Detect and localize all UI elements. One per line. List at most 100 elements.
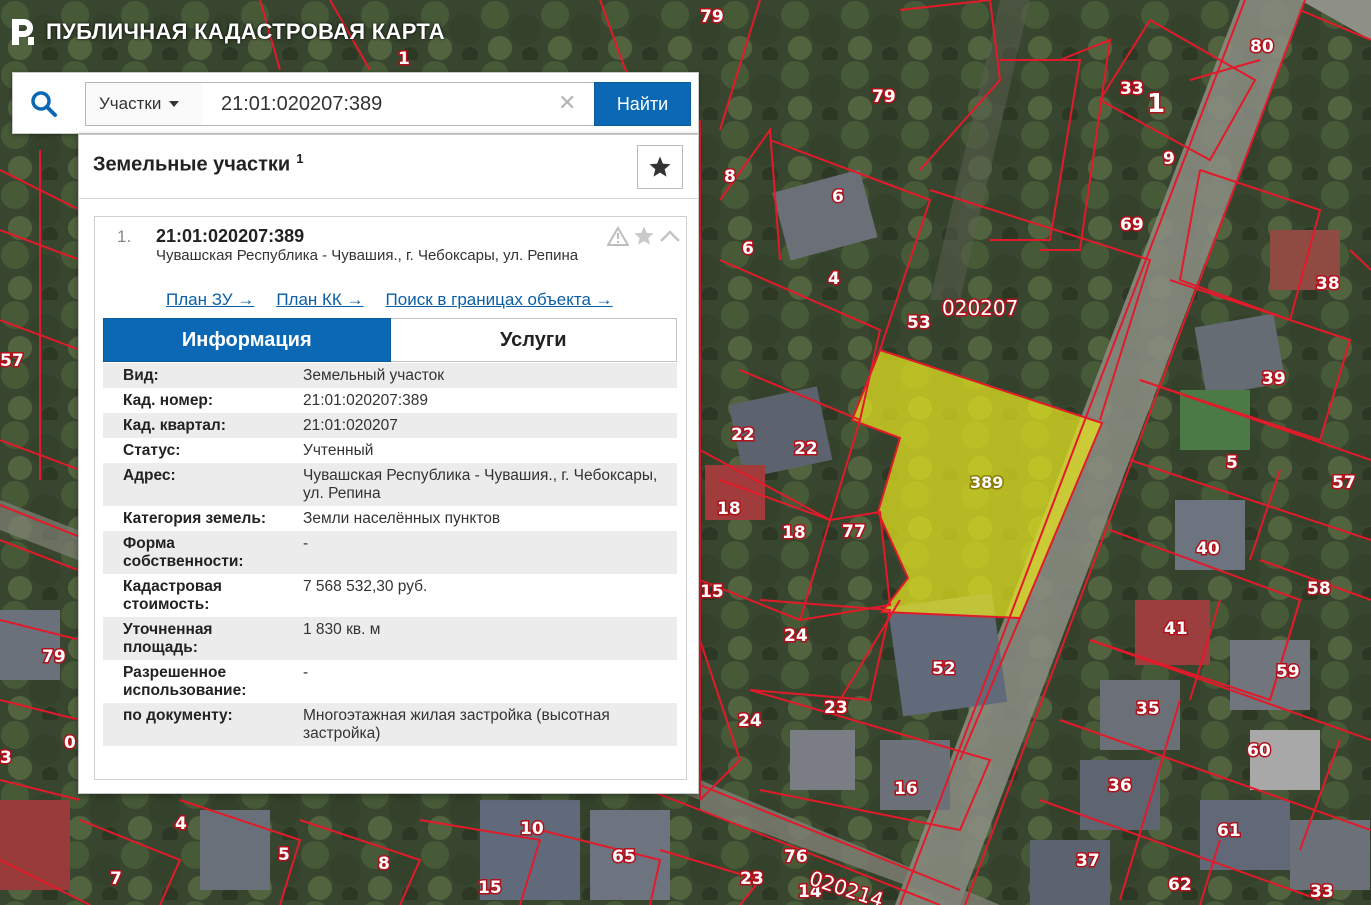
result-address: Чувашская Республика - Чувашия., г. Чебо… xyxy=(156,247,579,264)
app-title: ПУБЛИЧНАЯ КАДАСТРОВАЯ КАРТА xyxy=(46,19,445,44)
row-label: Кад. номер: xyxy=(123,392,214,409)
parcel-label: 22 xyxy=(794,439,818,459)
parcel-label: 24 xyxy=(738,711,762,731)
table-row: Кад. квартал: 21:01:020207 xyxy=(103,413,677,438)
parcel-label: 79 xyxy=(42,647,66,667)
clear-icon[interactable]: ✕ xyxy=(558,91,576,117)
row-value: - xyxy=(303,664,309,681)
chevron-up-icon[interactable] xyxy=(659,228,681,244)
parcel-label: 65 xyxy=(612,847,636,867)
parcel-label: 23 xyxy=(824,698,848,718)
parcel-label: 59 xyxy=(1276,662,1300,682)
chevron-down-icon xyxy=(169,101,180,107)
row-value: Земельный участок xyxy=(303,367,445,384)
parcel-label: 3 xyxy=(0,748,12,768)
results-title-text: Земельные участки xyxy=(93,153,291,176)
result-links: План ЗУ → План КК → Поиск в границах объ… xyxy=(166,290,613,310)
parcel-label: 15 xyxy=(478,878,502,898)
plan-zu-link[interactable]: План ЗУ → xyxy=(166,290,254,310)
row-value: 7 568 532,30 руб. xyxy=(303,578,428,595)
parcel-label: 58 xyxy=(1307,579,1331,599)
rosreestr-logo-icon xyxy=(12,19,34,45)
table-row: Адрес: Чувашская Республика - Чувашия., … xyxy=(103,463,677,506)
favorite-star-icon[interactable] xyxy=(633,225,655,247)
results-header: Земельные участки 1 xyxy=(79,135,698,199)
parcel-label: 6 xyxy=(742,239,754,259)
search-in-bounds-link[interactable]: Поиск в границах объекта → xyxy=(386,290,613,310)
parcel-label: 4 xyxy=(175,814,187,834)
parcel-label: 62 xyxy=(1168,875,1192,895)
row-label: по документу: xyxy=(123,707,233,724)
parcel-label: 7 xyxy=(110,869,122,889)
row-value: Учтенный xyxy=(303,442,374,459)
cadastral-quarter-link[interactable]: 21:01:020207 xyxy=(293,413,677,438)
warning-icon[interactable] xyxy=(607,226,629,246)
star-icon xyxy=(649,156,671,177)
table-row: Вид: Земельный участок xyxy=(103,363,677,388)
search-bar: Участки ✕ Найти xyxy=(12,72,699,134)
parcel-label: 33 xyxy=(1310,882,1334,902)
table-row: Кадастровая стоимость: 7 568 532,30 руб. xyxy=(103,574,677,617)
search-input[interactable] xyxy=(202,82,595,126)
parcel-label: 9 xyxy=(1163,149,1175,169)
parcel-label: 1 xyxy=(398,49,410,69)
parcel-label: 23 xyxy=(740,869,764,889)
row-label: Разрешенное использование: xyxy=(123,664,247,699)
results-title: Земельные участки 1 xyxy=(93,151,303,177)
row-label: Категория земель: xyxy=(123,510,267,527)
search-type-select[interactable]: Участки xyxy=(85,82,203,126)
search-icon[interactable] xyxy=(29,89,59,119)
table-row: Разрешенное использование: - xyxy=(103,660,677,703)
parcel-label: 33 xyxy=(1120,79,1144,99)
parcel-label: 8 xyxy=(378,854,390,874)
results-panel: Земельные участки 1 1. 21:01:020207:389 Ч… xyxy=(78,134,699,794)
parcel-label: 52 xyxy=(932,659,956,679)
table-row: Кад. номер: 21:01:020207:389 xyxy=(103,388,677,413)
parcel-label: 10 xyxy=(520,819,544,839)
parcel-label: 77 xyxy=(842,522,866,542)
parcel-label: 60 xyxy=(1247,741,1271,761)
favorites-button[interactable] xyxy=(637,145,683,189)
result-cadastral-number[interactable]: 21:01:020207:389 xyxy=(156,226,304,247)
parcel-label: 69 xyxy=(1120,215,1144,235)
row-value: Многоэтажная жилая застройка (высотная з… xyxy=(303,707,610,742)
parcel-label: 0 xyxy=(64,733,76,753)
parcel-label: 79 xyxy=(700,7,724,27)
parcel-label: 24 xyxy=(784,626,808,646)
table-row: по документу: Многоэтажная жилая застрой… xyxy=(103,703,677,746)
result-card-actions xyxy=(607,225,681,247)
parcel-label: 39 xyxy=(1262,369,1286,389)
parcel-label: 37 xyxy=(1076,851,1100,871)
parcel-label: 57 xyxy=(1332,473,1356,493)
row-value: - xyxy=(303,535,309,552)
parcel-label: 61 xyxy=(1217,821,1241,841)
parcel-label: 35 xyxy=(1136,699,1160,719)
parcel-label: 79 xyxy=(872,87,896,107)
app-header: ПУБЛИЧНАЯ КАДАСТРОВАЯ КАРТА xyxy=(8,14,445,50)
row-label: Уточненная площадь: xyxy=(123,621,213,656)
info-table: Вид: Земельный участок Кад. номер: 21:01… xyxy=(103,363,677,746)
table-row: Форма собственности: - xyxy=(103,531,677,574)
table-row: Статус: Учтенный xyxy=(103,438,677,463)
table-row: Уточненная площадь: 1 830 кв. м xyxy=(103,617,677,660)
results-count: 1 xyxy=(296,151,304,166)
parcel-label: 18 xyxy=(717,499,741,519)
cadastral-number-link[interactable]: 21:01:020207:389 xyxy=(293,388,677,413)
row-label: Статус: xyxy=(123,442,181,459)
block-label-020207: 020207 xyxy=(942,296,1018,320)
tab-info[interactable]: Информация xyxy=(103,318,391,362)
result-index: 1. xyxy=(117,227,132,246)
tab-services[interactable]: Услуги xyxy=(390,318,677,362)
row-label: Кадастровая стоимость: xyxy=(123,578,222,613)
result-card: 1. 21:01:020207:389 Чувашская Республика… xyxy=(94,216,687,780)
row-value: Чувашская Республика - Чувашия., г. Чебо… xyxy=(303,467,658,502)
parcel-label: 41 xyxy=(1164,619,1188,639)
plan-kk-link[interactable]: План КК → xyxy=(276,290,363,310)
parcel-label: 4 xyxy=(828,269,840,289)
row-label: Адрес: xyxy=(123,467,176,484)
parcel-label: 38 xyxy=(1316,274,1340,294)
search-button[interactable]: Найти xyxy=(594,82,691,126)
parcel-label: 57 xyxy=(0,351,24,371)
parcel-label: 5 xyxy=(278,845,290,865)
table-row: Категория земель: Земли населённых пункт… xyxy=(103,506,677,531)
